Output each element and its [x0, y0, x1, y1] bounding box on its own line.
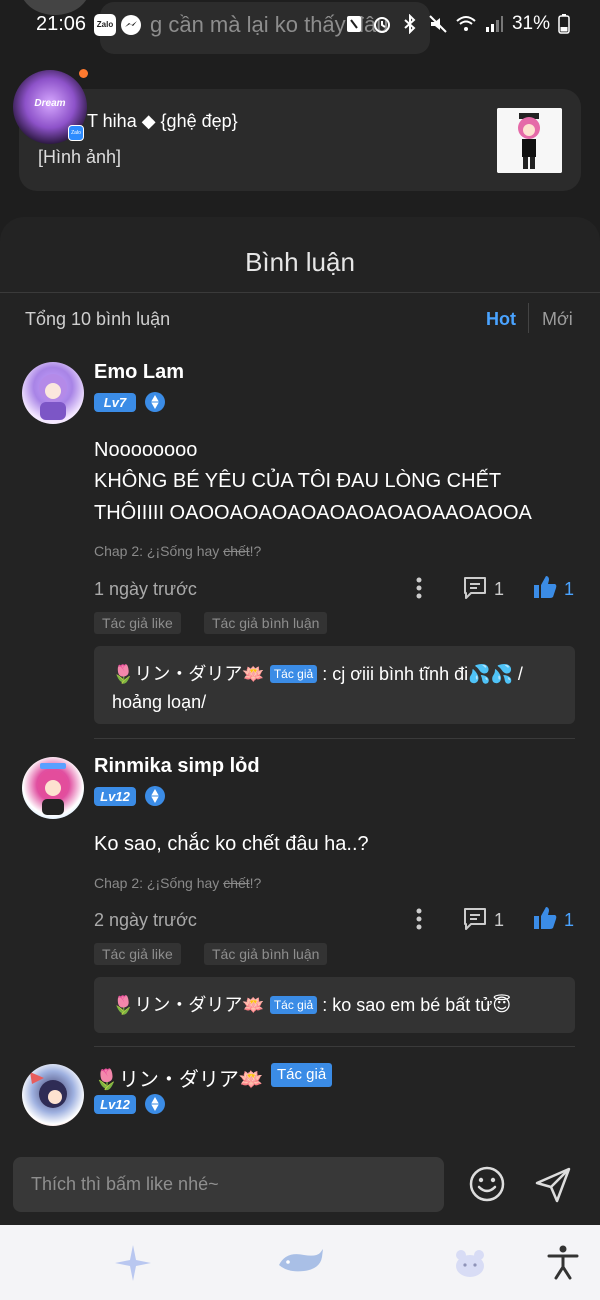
- comment-text-line: Noooooooo: [94, 439, 198, 461]
- comments-sheet: Bình luận Tổng 10 bình luận Hot Mới Emo …: [0, 217, 600, 1227]
- reply-text: : cj ơiii bình tĩnh đi💦💦 /: [322, 664, 523, 684]
- status-right: 31%: [344, 13, 570, 35]
- chapter-reference[interactable]: Chap 2: ¿¡Sống hay chết!?: [94, 543, 261, 559]
- mute-icon: [429, 15, 447, 33]
- commenter-avatar[interactable]: [22, 757, 84, 819]
- comment-input-bar: [0, 1143, 600, 1225]
- like-count: 1: [564, 910, 575, 930]
- avatar-logo-text: Dream: [34, 98, 66, 109]
- chapter-prefix: Chap 2: ¿¡Sống hay: [94, 875, 224, 891]
- total-comments: Tổng 10 bình luận: [25, 309, 171, 329]
- author-comment-tag: Tác giả bình luận: [204, 943, 328, 965]
- reply-count: 1: [494, 579, 505, 599]
- status-bar: 21:06 Zalo 31%: [0, 0, 600, 50]
- accessibility-icon[interactable]: [543, 1243, 583, 1283]
- reply-author: 🌷リン・ダリア🪷: [112, 995, 265, 1015]
- signal-icon: [485, 16, 503, 32]
- level-badge: Lv12: [94, 787, 136, 806]
- comment-time: 1 ngày trước: [94, 579, 197, 599]
- comment-text-line: THÔIIIII OAOOAOAOAOAOAOAOAOAAOAOOA: [94, 502, 532, 524]
- chapter-reference[interactable]: Chap 2: ¿¡Sống hay chết!?: [94, 875, 261, 891]
- reply-icon[interactable]: [462, 575, 488, 601]
- sheet-title: Bình luận: [245, 247, 355, 277]
- avatar-art: [38, 763, 68, 815]
- reply-icon[interactable]: [462, 906, 488, 932]
- sort-divider: [528, 303, 529, 333]
- comment-text-line: Ko sao, chắc ko chết đâu ha..?: [94, 833, 369, 855]
- comment-separator: [94, 1046, 575, 1047]
- comment-input[interactable]: [13, 1157, 444, 1212]
- sparkle-icon[interactable]: [113, 1243, 153, 1283]
- reply-text: hoảng loạn/: [112, 692, 207, 712]
- post-body: [Hình ảnh]: [38, 147, 122, 167]
- chapter-suffix: !?: [249, 875, 262, 891]
- reply-text: : ko sao em bé bất tử😇: [322, 995, 512, 1015]
- chapter-prefix: Chap 2: ¿¡Sống hay: [94, 543, 224, 559]
- bottom-nav: [0, 1225, 600, 1300]
- author-comment-tag: Tác giả bình luận: [204, 612, 328, 634]
- author-reply[interactable]: 🌷リン・ダリア🪷 Tác giả : cj ơiii bình tĩnh đi💦…: [94, 646, 575, 724]
- bear-icon[interactable]: [450, 1243, 490, 1283]
- status-time: 21:06: [36, 13, 87, 35]
- comment-time: 2 ngày trước: [94, 910, 197, 930]
- diamond-badge-icon: [145, 786, 165, 806]
- wifi-icon: [456, 16, 476, 31]
- reply-count: 1: [494, 910, 505, 930]
- post-thumbnail[interactable]: [497, 108, 562, 173]
- more-options-icon[interactable]: [408, 906, 430, 932]
- author-reply[interactable]: 🌷リン・ダリア🪷 Tác giả : ko sao em bé bất tử😇: [94, 977, 575, 1033]
- commenter-avatar[interactable]: [22, 1064, 84, 1126]
- battery-percent: 31%: [511, 13, 550, 34]
- messenger-icon: [121, 15, 141, 35]
- diamond-badge-icon: [145, 392, 165, 412]
- like-count: 1: [564, 579, 575, 599]
- emoji-icon[interactable]: [468, 1165, 506, 1203]
- more-options-icon[interactable]: [408, 575, 430, 601]
- avatar-art: [39, 374, 67, 420]
- character-image: [497, 108, 562, 173]
- zalo-badge-icon: Zalo: [68, 125, 84, 141]
- diamond-badge-icon: [145, 1094, 165, 1114]
- level-badge: Lv12: [94, 1095, 136, 1114]
- sort-hot-tab[interactable]: Hot: [486, 309, 516, 330]
- like-icon[interactable]: [532, 574, 558, 600]
- zalo-notification-icon: Zalo: [94, 14, 116, 36]
- author-like-tag: Tác giả like: [94, 612, 181, 634]
- alarm-icon: [373, 17, 390, 33]
- send-icon[interactable]: [533, 1165, 573, 1205]
- reply-author: 🌷リン・ダリア🪷: [112, 664, 265, 684]
- battery-icon: [558, 14, 570, 34]
- online-dot: [79, 69, 88, 78]
- like-icon[interactable]: [532, 905, 558, 931]
- commenter-name[interactable]: Rinmika simp lỏd: [94, 755, 260, 778]
- bluetooth-icon: [404, 14, 416, 34]
- chapter-suffix: !?: [249, 543, 262, 559]
- commenter-name[interactable]: Emo Lam: [94, 361, 184, 384]
- commenter-name[interactable]: 🌷リン・ダリア🪷: [94, 1063, 264, 1092]
- divider: [0, 292, 600, 293]
- commenter-avatar[interactable]: [22, 362, 84, 424]
- avatar-art: [30, 1072, 67, 1108]
- chapter-strike: chết: [223, 543, 250, 559]
- sort-new-tab[interactable]: Mới: [542, 309, 573, 330]
- comment-separator: [94, 738, 575, 739]
- whale-icon[interactable]: [276, 1243, 326, 1283]
- level-badge: Lv7: [94, 393, 136, 412]
- chapter-strike: chết: [223, 875, 250, 891]
- post-author-name[interactable]: T hiha ◆ {ghệ đẹp}: [87, 111, 238, 132]
- author-badge: Tác giả: [269, 665, 318, 683]
- author-badge: Tác giả: [271, 1063, 333, 1087]
- comment-text-line: KHÔNG BÉ YÊU CỦA TÔI ĐAU LÒNG CHẾT: [94, 470, 502, 492]
- author-badge: Tác giả: [269, 996, 318, 1014]
- nfc-icon: [346, 16, 361, 32]
- author-like-tag: Tác giả like: [94, 943, 181, 965]
